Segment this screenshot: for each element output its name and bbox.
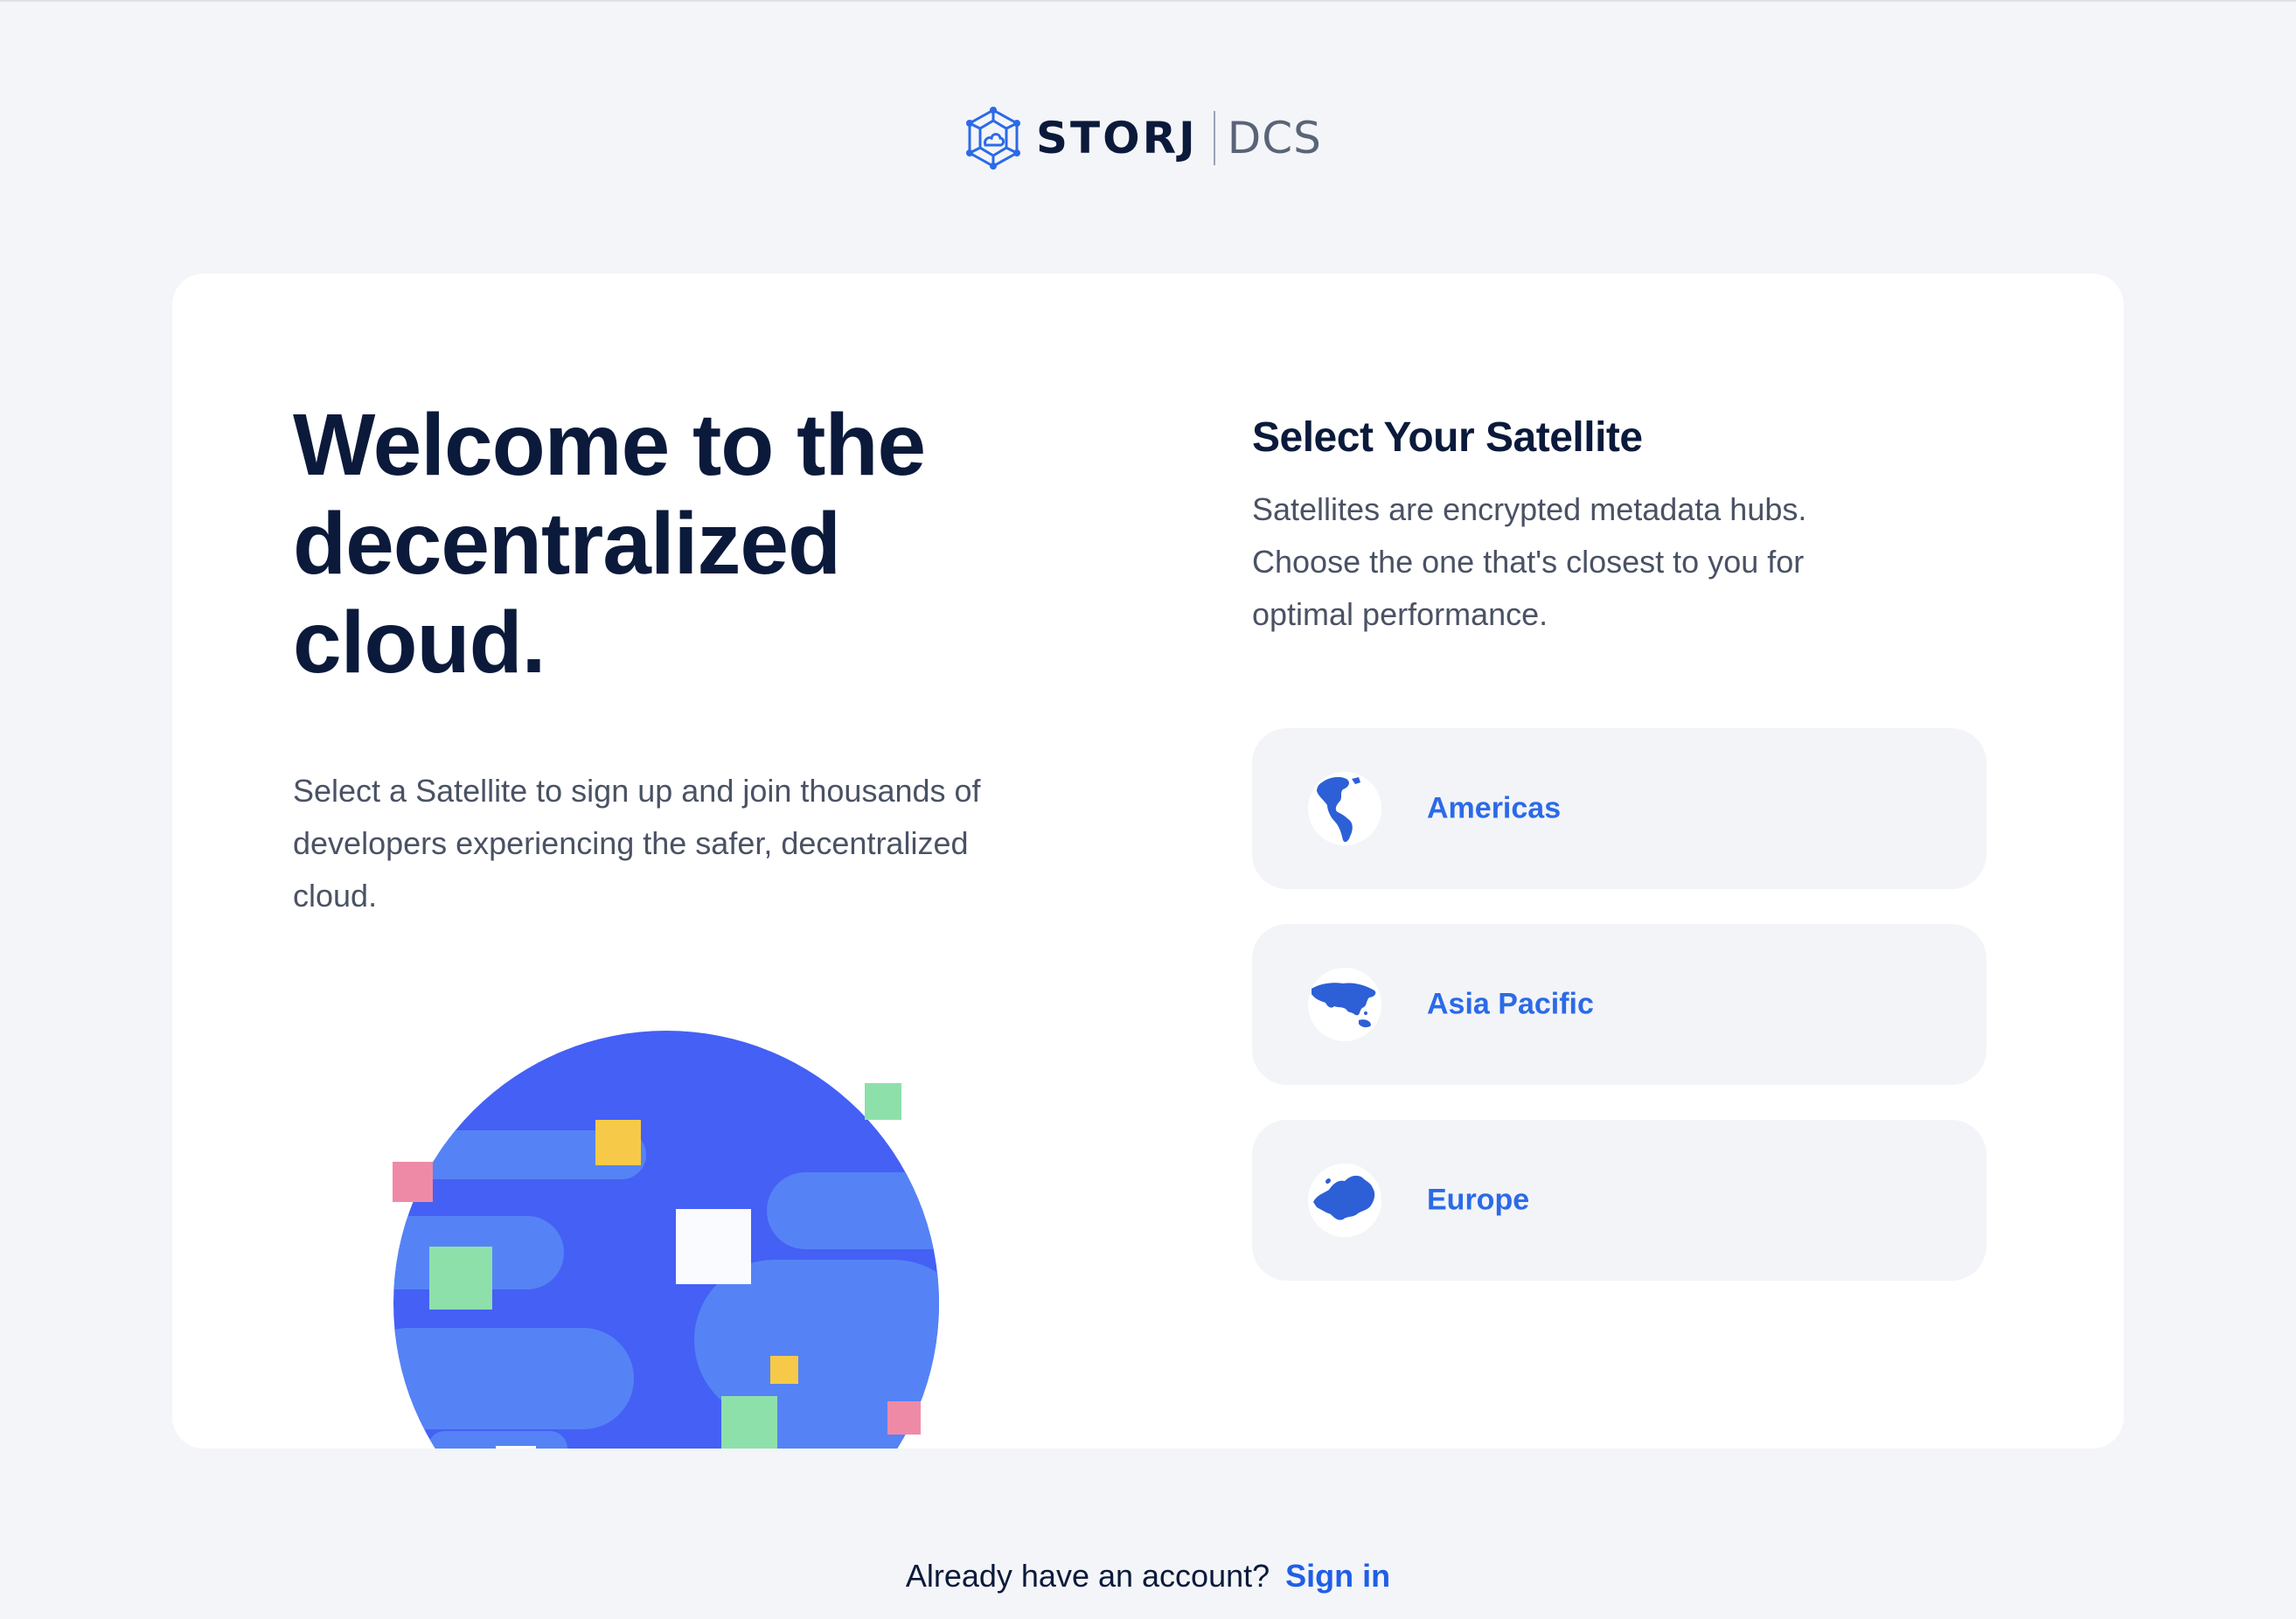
brand-logo: STORJ DCS: [964, 105, 1322, 171]
footer-prompt-text: Already have an account?: [905, 1558, 1270, 1594]
asia-pacific-globe-icon: [1308, 968, 1381, 1041]
americas-globe-icon: [1308, 772, 1381, 845]
satellite-list: Americas Asia Pacific Europe: [1252, 728, 1986, 1316]
footer-signin-prompt: Already have an account? Sign in: [0, 1558, 2296, 1595]
brand-name: STORJ: [1036, 113, 1198, 163]
logo-divider: [1213, 111, 1215, 165]
welcome-description: Select a Satellite to sign up and join t…: [293, 773, 981, 914]
satellite-option-europe[interactable]: Europe: [1252, 1120, 1986, 1281]
satellite-option-label: Asia Pacific: [1427, 987, 1594, 1021]
europe-globe-icon: [1308, 1164, 1381, 1237]
signup-card: Welcome to the decentralized cloud. Sele…: [172, 274, 2124, 1449]
globe-illustration: [393, 1031, 939, 1449]
satellite-option-label: Europe: [1427, 1183, 1530, 1217]
sign-in-link[interactable]: Sign in: [1285, 1558, 1390, 1594]
product-name: DCS: [1227, 113, 1322, 163]
select-satellite-description: Satellites are encrypted metadata hubs. …: [1252, 491, 1807, 632]
satellite-option-label: Americas: [1427, 791, 1562, 825]
select-satellite-title: Select Your Satellite: [1252, 414, 1643, 461]
satellite-option-asia-pacific[interactable]: Asia Pacific: [1252, 924, 1986, 1085]
satellite-option-americas[interactable]: Americas: [1252, 728, 1986, 889]
storj-cube-icon: [966, 107, 1020, 170]
welcome-title: Welcome to the decentralized cloud.: [293, 396, 926, 691]
